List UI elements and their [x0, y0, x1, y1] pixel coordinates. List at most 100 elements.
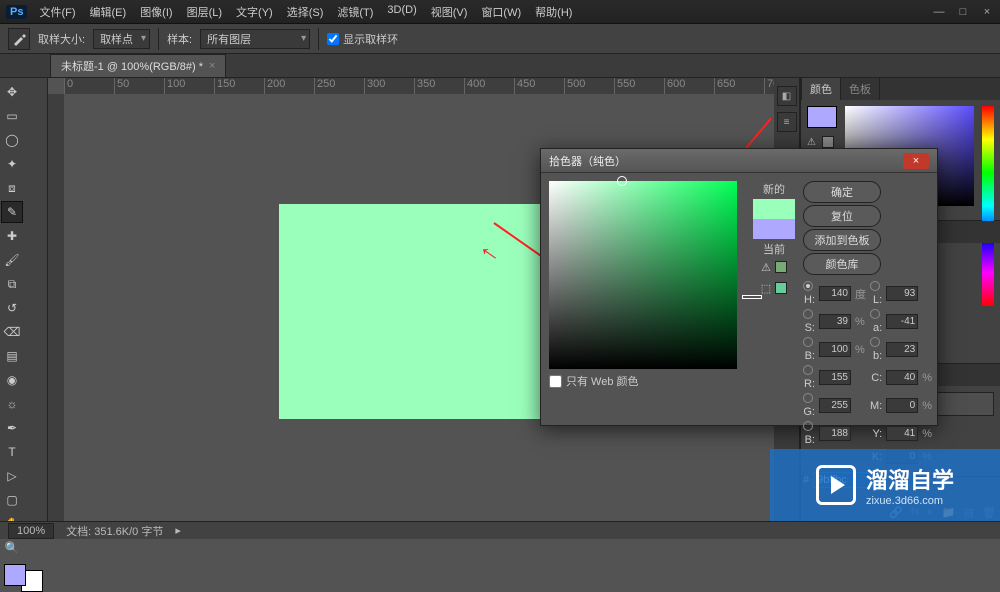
separator [318, 28, 319, 50]
crop-tool[interactable]: ⧈ [1, 177, 23, 199]
gradient-tool[interactable]: ▤ [1, 345, 23, 367]
r-input[interactable] [819, 370, 851, 385]
picker-cursor[interactable] [617, 176, 627, 186]
marquee-tool[interactable]: ▭ [1, 105, 23, 127]
menu-type[interactable]: 文字(Y) [236, 4, 273, 20]
dodge-tool[interactable]: ☼ [1, 393, 23, 415]
websafe-swatch[interactable] [775, 282, 787, 294]
color-swatch[interactable] [4, 564, 43, 592]
menu-3d[interactable]: 3D(D) [387, 4, 416, 20]
blur-tool[interactable]: ◉ [1, 369, 23, 391]
warn-swatch [822, 136, 834, 148]
b2-input[interactable] [819, 426, 851, 441]
menu-edit[interactable]: 编辑(E) [90, 4, 127, 20]
a-input[interactable] [886, 314, 918, 329]
hue-thumb[interactable] [742, 295, 762, 299]
move-tool[interactable]: ✥ [1, 81, 23, 103]
safe-swatch[interactable] [775, 261, 787, 273]
brush-tool[interactable]: 🖌 [1, 249, 23, 271]
color-lib-button[interactable]: 颜色库 [803, 253, 881, 275]
minimize-button[interactable]: — [932, 6, 946, 18]
g-input[interactable] [819, 398, 851, 413]
radio-s[interactable] [803, 309, 813, 319]
current-tool-icon[interactable] [8, 28, 30, 50]
reset-button[interactable]: 复位 [803, 205, 881, 227]
menu-image[interactable]: 图像(I) [140, 4, 172, 20]
wand-tool[interactable]: ✦ [1, 153, 23, 175]
main-menu: 文件(F) 编辑(E) 图像(I) 图层(L) 文字(Y) 选择(S) 滤镜(T… [39, 4, 572, 20]
type-tool[interactable]: T [1, 441, 23, 463]
web-only-checkbox[interactable]: 只有 Web 颜色 [549, 373, 737, 389]
tab-color[interactable]: 颜色 [801, 77, 841, 100]
show-ring-label: 显示取样环 [343, 31, 398, 47]
show-ring-input[interactable] [327, 33, 339, 45]
zoom-tool[interactable]: 🔍 [1, 537, 23, 559]
sample-layer-dropdown[interactable]: 所有图层 [200, 29, 310, 49]
menu-file[interactable]: 文件(F) [39, 4, 75, 20]
panel-swatch[interactable] [807, 106, 837, 128]
lasso-tool[interactable]: ◯ [1, 129, 23, 151]
menu-layer[interactable]: 图层(L) [187, 4, 222, 20]
saturation-box[interactable] [549, 181, 737, 369]
radio-a[interactable] [870, 309, 880, 319]
add-swatch-button[interactable]: 添加到色板 [803, 229, 881, 251]
color-fields: H:度 L: S:% a: B:% b: R: C:% G: M:% B: Y:… [803, 281, 932, 464]
warning-icon[interactable]: ⚠ [761, 261, 771, 274]
old-color-swatch[interactable] [753, 219, 795, 239]
ok-button[interactable]: 确定 [803, 181, 881, 203]
web-only-input[interactable] [549, 375, 562, 388]
maximize-button[interactable]: □ [956, 6, 970, 18]
eyedropper-tool[interactable]: ✎ [1, 201, 23, 223]
pen-tool[interactable]: ✒ [1, 417, 23, 439]
sample-size-label: 取样大小: [38, 31, 85, 47]
new-label: 新的 [763, 181, 785, 197]
radio-l[interactable] [870, 281, 880, 291]
dialog-titlebar[interactable]: 拾色器（纯色） × [541, 149, 937, 173]
sample-layer-label: 样本: [167, 31, 192, 47]
document-tab-bar: 未标题-1 @ 100%(RGB/8#) * × [0, 54, 1000, 78]
bv-input[interactable] [819, 342, 851, 357]
zoom-level[interactable]: 100% [8, 523, 54, 539]
cube-icon[interactable]: ⬚ [761, 282, 771, 295]
h-input[interactable] [819, 286, 851, 301]
radio-r[interactable] [803, 365, 813, 375]
radio-h[interactable] [803, 281, 813, 291]
panel-icon[interactable]: ◧ [777, 86, 797, 106]
c-input[interactable] [886, 370, 918, 385]
menu-help[interactable]: 帮助(H) [535, 4, 572, 20]
watermark-banner: 溜溜自学 zixue.3d66.com [770, 449, 1000, 521]
shape-tool[interactable]: ▢ [1, 489, 23, 511]
watermark-url: zixue.3d66.com [866, 495, 954, 507]
radio-bb[interactable] [870, 337, 880, 347]
path-tool[interactable]: ▷ [1, 465, 23, 487]
bb-input[interactable] [886, 342, 918, 357]
color-picker-dialog: 拾色器（纯色） × 只有 Web 颜色 新的 当前 ⚠ ⬚ [540, 148, 938, 426]
history-brush-tool[interactable]: ↺ [1, 297, 23, 319]
options-bar: 取样大小: 取样点 样本: 所有图层 显示取样环 [0, 24, 1000, 54]
panel-icon[interactable]: ≡ [777, 112, 797, 132]
heal-tool[interactable]: ✚ [1, 225, 23, 247]
s-input[interactable] [819, 314, 851, 329]
foreground-swatch[interactable] [4, 564, 26, 586]
close-button[interactable]: × [980, 6, 994, 18]
menu-filter[interactable]: 滤镜(T) [337, 4, 373, 20]
radio-b[interactable] [803, 337, 813, 347]
m-input[interactable] [886, 398, 918, 413]
show-ring-checkbox[interactable]: 显示取样环 [327, 31, 398, 47]
menu-select[interactable]: 选择(S) [287, 4, 324, 20]
dialog-close-button[interactable]: × [903, 153, 929, 169]
menu-window[interactable]: 窗口(W) [481, 4, 521, 20]
stamp-tool[interactable]: ⧉ [1, 273, 23, 295]
close-tab-icon[interactable]: × [209, 60, 215, 72]
y-input[interactable] [886, 426, 918, 441]
sample-size-dropdown[interactable]: 取样点 [93, 29, 150, 49]
menu-view[interactable]: 视图(V) [431, 4, 468, 20]
current-label: 当前 [763, 241, 785, 257]
tab-swatches[interactable]: 色板 [840, 77, 880, 100]
radio-g[interactable] [803, 393, 813, 403]
eraser-tool[interactable]: ⌫ [1, 321, 23, 343]
l-input[interactable] [886, 286, 918, 301]
document-tab[interactable]: 未标题-1 @ 100%(RGB/8#) * × [50, 54, 226, 77]
chevron-icon[interactable]: ▸ [175, 524, 181, 537]
radio-b2[interactable] [803, 421, 813, 431]
